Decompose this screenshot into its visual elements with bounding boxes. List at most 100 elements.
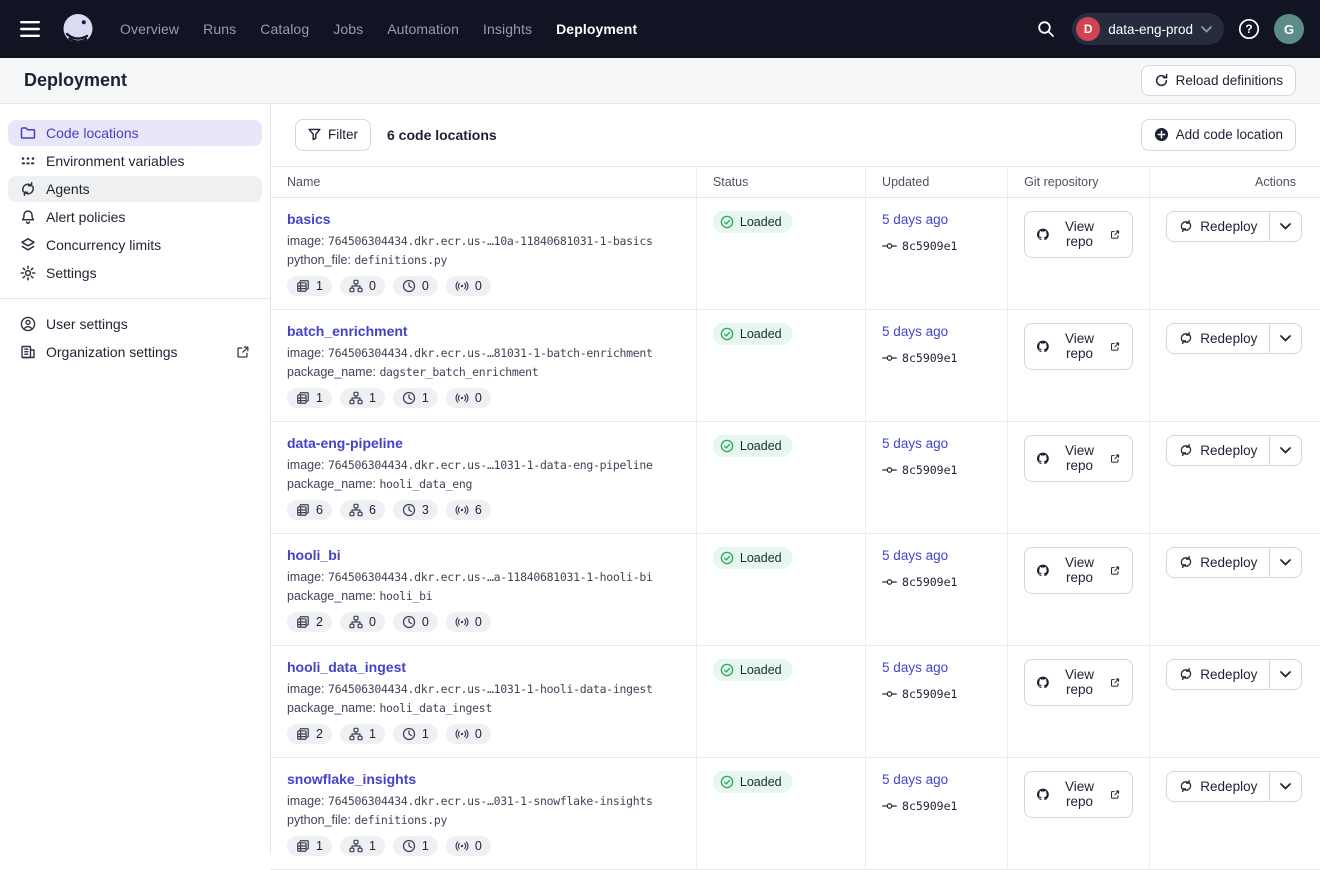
updated-link[interactable]: 5 days ago xyxy=(882,772,948,787)
view-repo-button[interactable]: View repo xyxy=(1024,659,1133,706)
redeploy-menu-button[interactable] xyxy=(1269,324,1301,353)
redeploy-button[interactable]: Redeploy xyxy=(1167,660,1269,689)
image-line: image: 764506304434.dkr.ecr.us-…a-118406… xyxy=(287,570,680,584)
updated-link[interactable]: 5 days ago xyxy=(882,548,948,563)
view-repo-button[interactable]: View repo xyxy=(1024,211,1133,258)
organization-icon xyxy=(20,344,36,360)
status-cell: Loaded xyxy=(696,757,865,869)
redeploy-button[interactable]: Redeploy xyxy=(1167,772,1269,801)
help-icon[interactable]: ? xyxy=(1237,17,1261,41)
view-repo-button[interactable]: View repo xyxy=(1024,547,1133,594)
sidebar-item-concurrency-limits[interactable]: Concurrency limits xyxy=(8,232,262,258)
status-cell: Loaded xyxy=(696,533,865,645)
code-location-link[interactable]: basics xyxy=(287,211,331,227)
commit-line: 8c5909e1 xyxy=(882,351,991,365)
image-value: 764506304434.dkr.ecr.us-…031-1-snowflake… xyxy=(328,794,653,808)
code-location-row: batch_enrichment image: 764506304434.dkr… xyxy=(271,309,1320,421)
meta-value: hooli_data_eng xyxy=(379,477,472,491)
sidebar-item-user-settings[interactable]: User settings xyxy=(8,311,262,337)
view-repo-button[interactable]: View repo xyxy=(1024,323,1133,370)
actions-cell: Redeploy xyxy=(1150,757,1320,869)
deployment-switcher[interactable]: D data-eng-prod xyxy=(1072,13,1224,45)
sensors-count-badge: 0 xyxy=(446,724,491,744)
nav-catalog[interactable]: Catalog xyxy=(260,21,309,37)
code-location-link[interactable]: snowflake_insights xyxy=(287,771,416,787)
nav-automation[interactable]: Automation xyxy=(387,21,459,37)
sidebar-item-code-locations[interactable]: Code locations xyxy=(8,120,262,146)
code-location-row: hooli_bi image: 764506304434.dkr.ecr.us-… xyxy=(271,533,1320,645)
external-link-icon xyxy=(1110,788,1120,801)
sidebar-item-alert-policies[interactable]: Alert policies xyxy=(8,204,262,230)
redeploy-icon xyxy=(1179,331,1193,345)
jobs-icon xyxy=(296,279,310,293)
chevron-down-icon xyxy=(1280,223,1291,230)
clock-icon xyxy=(402,727,416,741)
redeploy-button[interactable]: Redeploy xyxy=(1167,436,1269,465)
reload-icon xyxy=(1154,73,1169,88)
commit-icon xyxy=(882,464,897,476)
status-badge: Loaded xyxy=(713,435,792,457)
meta-line: python_file: definitions.py xyxy=(287,253,680,267)
search-icon[interactable] xyxy=(1033,16,1059,42)
name-cell: hooli_data_ingest image: 764506304434.dk… xyxy=(271,645,696,757)
reload-definitions-button[interactable]: Reload definitions xyxy=(1141,65,1296,97)
sidebar-item-settings[interactable]: Settings xyxy=(8,260,262,286)
nav-runs[interactable]: Runs xyxy=(203,21,236,37)
view-repo-button[interactable]: View repo xyxy=(1024,435,1133,482)
updated-link[interactable]: 5 days ago xyxy=(882,324,948,339)
redeploy-menu-button[interactable] xyxy=(1269,436,1301,465)
nav-deployment[interactable]: Deployment xyxy=(556,21,637,37)
user-avatar[interactable]: G xyxy=(1274,14,1304,44)
meta-value: hooli_bi xyxy=(379,589,432,603)
external-link-icon xyxy=(236,345,250,359)
image-value: 764506304434.dkr.ecr.us-…1031-1-hooli-da… xyxy=(328,682,653,696)
view-repo-button[interactable]: View repo xyxy=(1024,771,1133,818)
dagster-logo-icon[interactable] xyxy=(58,9,98,49)
code-location-link[interactable]: hooli_data_ingest xyxy=(287,659,406,675)
nav-overview[interactable]: Overview xyxy=(120,21,179,37)
user-circle-icon xyxy=(20,316,36,332)
badge-row: 2 0 0 0 xyxy=(287,612,680,632)
graphs-count-badge: 0 xyxy=(340,612,385,632)
menu-icon[interactable] xyxy=(16,15,44,43)
badge-row: 1 1 1 0 xyxy=(287,388,680,408)
commit-icon xyxy=(882,576,897,588)
sidebar-item-organization-settings[interactable]: Organization settings xyxy=(8,339,262,365)
redeploy-menu-button[interactable] xyxy=(1269,548,1301,577)
commit-line: 8c5909e1 xyxy=(882,463,991,477)
redeploy-button[interactable]: Redeploy xyxy=(1167,212,1269,241)
updated-link[interactable]: 5 days ago xyxy=(882,660,948,675)
updated-link[interactable]: 5 days ago xyxy=(882,212,948,227)
jobs-icon xyxy=(296,503,310,517)
status-cell: Loaded xyxy=(696,197,865,309)
code-location-link[interactable]: data-eng-pipeline xyxy=(287,435,403,451)
redeploy-button[interactable]: Redeploy xyxy=(1167,548,1269,577)
redeploy-menu-button[interactable] xyxy=(1269,212,1301,241)
nav-insights[interactable]: Insights xyxy=(483,21,532,37)
sidebar-item-environment-variables[interactable]: Environment variables xyxy=(8,148,262,174)
redeploy-icon xyxy=(1179,555,1193,569)
sidebar-item-label: Settings xyxy=(46,265,97,281)
sidebar-item-agents[interactable]: Agents xyxy=(8,176,262,202)
nav-jobs[interactable]: Jobs xyxy=(333,21,363,37)
meta-value: definitions.py xyxy=(354,813,447,827)
check-circle-icon xyxy=(720,439,734,453)
commit-hash: 8c5909e1 xyxy=(902,463,957,477)
redeploy-menu-button[interactable] xyxy=(1269,772,1301,801)
chevron-down-icon xyxy=(1280,783,1291,790)
actions-cell: Redeploy xyxy=(1150,421,1320,533)
redeploy-button[interactable]: Redeploy xyxy=(1167,324,1269,353)
column-header-actions: Actions xyxy=(1150,166,1320,197)
updated-cell: 5 days ago 8c5909e1 xyxy=(866,421,1008,533)
graphs-count-badge: 1 xyxy=(340,724,385,744)
clock-icon xyxy=(402,503,416,517)
image-line: image: 764506304434.dkr.ecr.us-…031-1-sn… xyxy=(287,794,680,808)
filter-button[interactable]: Filter xyxy=(295,119,371,151)
code-location-link[interactable]: batch_enrichment xyxy=(287,323,408,339)
redeploy-icon xyxy=(1179,667,1193,681)
add-code-location-button[interactable]: Add code location xyxy=(1141,119,1296,151)
redeploy-menu-button[interactable] xyxy=(1269,660,1301,689)
updated-link[interactable]: 5 days ago xyxy=(882,436,948,451)
jobs-count-badge: 2 xyxy=(287,612,332,632)
code-location-link[interactable]: hooli_bi xyxy=(287,547,341,563)
